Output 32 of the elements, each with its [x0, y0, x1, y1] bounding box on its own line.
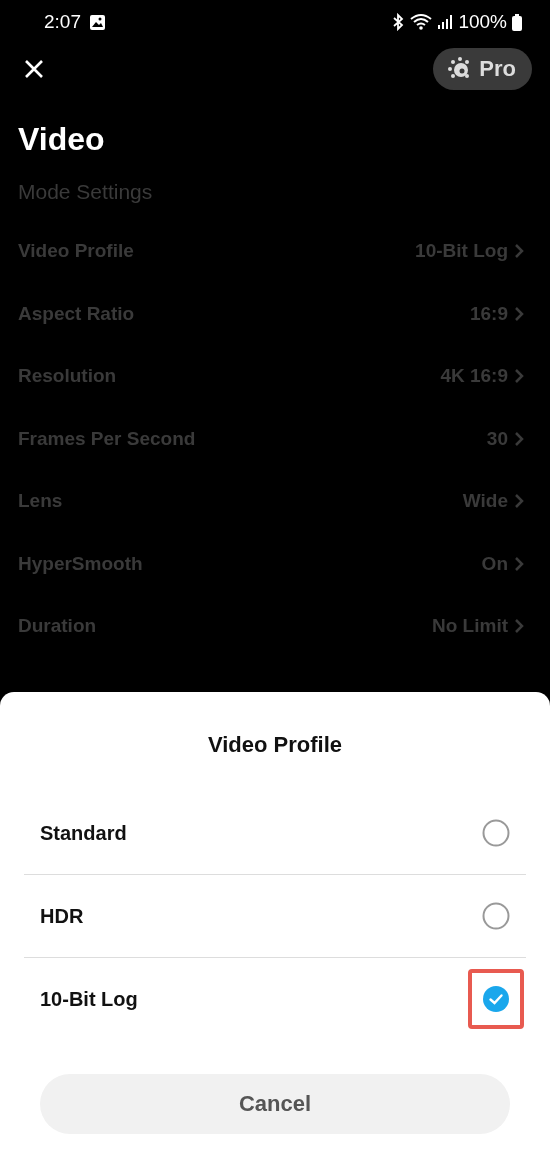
chevron-right-icon: [514, 555, 524, 572]
bluetooth-icon: [391, 13, 406, 31]
settings-row[interactable]: Duration No Limit: [0, 595, 550, 658]
settings-row[interactable]: Resolution 4K 16:9: [0, 345, 550, 408]
option-row[interactable]: 10-Bit Log: [24, 958, 526, 1040]
option-row[interactable]: Standard: [24, 792, 526, 875]
signal-icon: [437, 14, 454, 30]
image-icon: [89, 13, 106, 31]
chevron-right-icon: [514, 430, 524, 447]
settings-row[interactable]: Aspect Ratio 16:9: [0, 282, 550, 345]
chevron-right-icon: [514, 243, 524, 260]
sheet-title: Video Profile: [206, 731, 344, 758]
battery-percent: 100%: [458, 11, 507, 33]
radio-button[interactable]: [482, 902, 510, 930]
chevron-right-icon: [514, 493, 524, 510]
chevron-right-icon: [514, 618, 524, 635]
settings-row[interactable]: Lens Wide: [0, 470, 550, 533]
chevron-right-icon: [514, 305, 524, 322]
settings-row[interactable]: Video Profile 10-Bit Log: [0, 220, 550, 283]
radio-button[interactable]: [482, 819, 510, 847]
cancel-button[interactable]: Cancel: [40, 1074, 510, 1134]
radio-checked-icon[interactable]: [482, 985, 510, 1013]
chevron-right-icon: [514, 368, 524, 385]
section-label: Mode Settings: [17, 179, 154, 205]
status-time: 2:07: [44, 11, 81, 33]
battery-icon: [512, 13, 522, 31]
settings-row[interactable]: HyperSmooth On: [0, 532, 550, 595]
page-title: Video: [17, 120, 106, 156]
option-row[interactable]: HDR: [24, 875, 526, 958]
pro-button[interactable]: Pro: [433, 48, 532, 90]
settings-row[interactable]: Frames Per Second 30: [0, 407, 550, 470]
wifi-icon: [410, 13, 433, 31]
